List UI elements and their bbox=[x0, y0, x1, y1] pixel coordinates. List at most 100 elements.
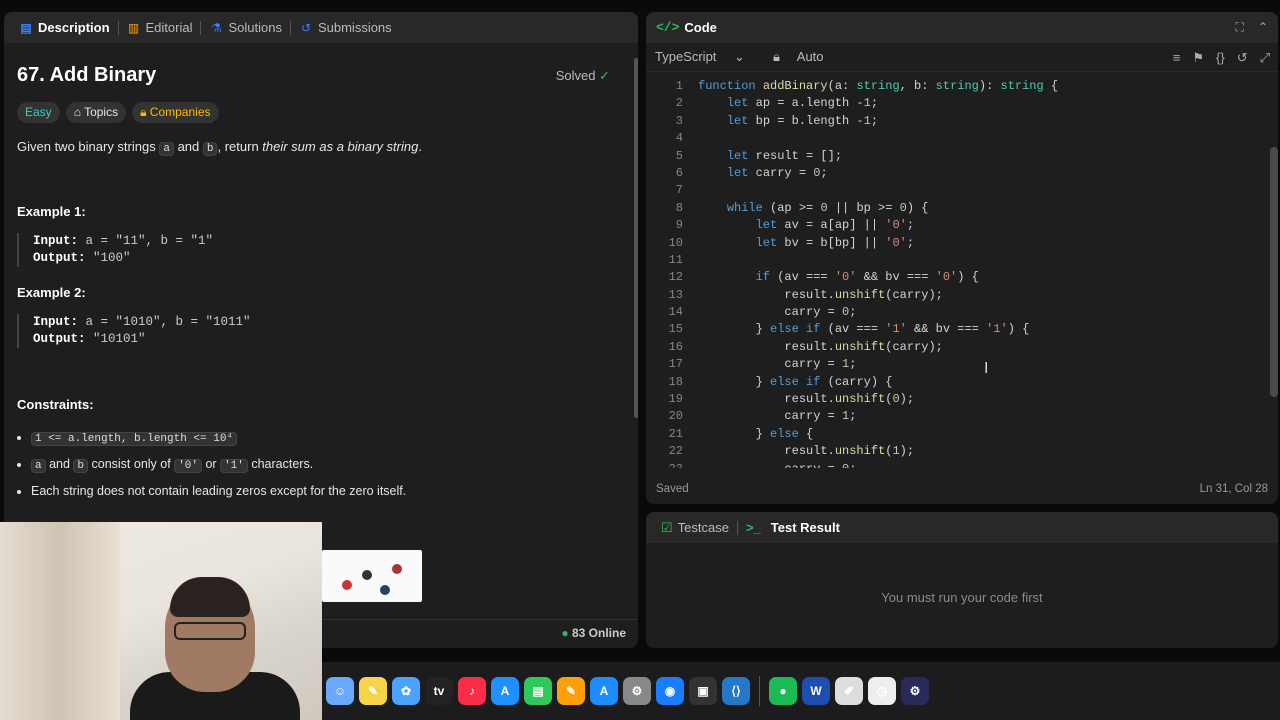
tab-submissions[interactable]: ↺ Submissions bbox=[294, 20, 397, 35]
format-icon[interactable]: ≡ bbox=[1173, 50, 1181, 66]
code-editor[interactable]: 1 function addBinary(a: string, b: string… bbox=[646, 78, 1266, 468]
settings-icon[interactable]: ⚙ bbox=[623, 677, 651, 705]
line-number: 13 bbox=[668, 287, 683, 302]
safari-icon[interactable]: ◉ bbox=[656, 677, 684, 705]
topics-label: Topics bbox=[84, 105, 119, 119]
online-label: 83 Online bbox=[571, 626, 626, 640]
activity-icon[interactable]: ⚙ bbox=[901, 677, 929, 705]
solved-status: Solved ✓ bbox=[556, 68, 610, 84]
bookmark-icon[interactable]: ⚑ bbox=[1192, 50, 1204, 66]
code-line[interactable]: 7 bbox=[646, 182, 1266, 199]
freeform-icon[interactable]: ✿ bbox=[392, 677, 420, 705]
terminal-icon[interactable]: ▣ bbox=[689, 677, 717, 705]
tab-test-result[interactable]: >_ Test Result bbox=[741, 520, 845, 535]
example-2-heading: Example 2: bbox=[17, 285, 86, 300]
appstore-icon[interactable]: A bbox=[590, 677, 618, 705]
music-icon[interactable]: ♪ bbox=[458, 677, 486, 705]
notes-icon[interactable]: ✎ bbox=[359, 677, 387, 705]
code-line[interactable]: 11 bbox=[646, 252, 1266, 269]
line-number: 20 bbox=[668, 409, 683, 424]
code-line[interactable]: 5 let result = []; bbox=[646, 148, 1266, 165]
topics-button[interactable]: ⌂ Topics bbox=[65, 102, 127, 123]
collapse-icon[interactable]: ⌃ bbox=[1258, 20, 1268, 35]
problem-title[interactable]: 67. Add Binary bbox=[17, 64, 156, 87]
editor-scrollbar[interactable] bbox=[1270, 147, 1278, 397]
line-number: 11 bbox=[668, 252, 683, 267]
line-number: 7 bbox=[675, 183, 683, 198]
word-icon[interactable]: W bbox=[802, 677, 830, 705]
line-number: 21 bbox=[668, 426, 683, 441]
code-line[interactable]: 10 let bv = b[bp] || '0'; bbox=[646, 235, 1266, 252]
app-store-icon[interactable]: A bbox=[491, 677, 519, 705]
code-line[interactable]: 20 carry = 1; bbox=[646, 408, 1266, 425]
tab-testcase-label: Testcase bbox=[677, 520, 729, 535]
textedit-icon[interactable]: ✐ bbox=[835, 677, 863, 705]
code-line[interactable]: 6 let carry = 0; bbox=[646, 165, 1266, 182]
code-line[interactable]: 14 carry = 0; bbox=[646, 304, 1266, 321]
tab-editorial[interactable]: ▥ Editorial bbox=[122, 20, 198, 35]
reset-icon[interactable]: ↺ bbox=[1237, 50, 1248, 66]
expand-icon[interactable]: ⛶ bbox=[1236, 20, 1244, 35]
code-line[interactable]: 9 let av = a[ap] || '0'; bbox=[646, 217, 1266, 234]
code-line[interactable]: 16 result.unshift(carry); bbox=[646, 339, 1266, 356]
tests-tab-bar: ☑ Testcase >_ Test Result bbox=[646, 512, 1278, 543]
code-title: Code bbox=[684, 20, 717, 35]
code-line[interactable]: 8 while (ap >= 0 || bp >= 0) { bbox=[646, 200, 1266, 217]
fullscreen-icon[interactable]: ⤢ bbox=[1260, 50, 1270, 66]
example-output: "100" bbox=[85, 251, 131, 265]
code-line[interactable]: 23 carry = 0; bbox=[646, 461, 1266, 468]
code-line[interactable]: 19 result.unshift(0); bbox=[646, 391, 1266, 408]
line-number: 1 bbox=[675, 79, 683, 93]
code-line[interactable]: 17 carry = 1; bbox=[646, 356, 1266, 373]
top-strip bbox=[0, 0, 1280, 12]
code-line[interactable]: 18 } else if (carry) { bbox=[646, 374, 1266, 391]
ad-thumbnail[interactable] bbox=[322, 550, 422, 602]
vscode-icon[interactable]: ⟨⟩ bbox=[722, 677, 750, 705]
description-icon: ▤ bbox=[20, 20, 32, 35]
tv-icon[interactable]: tv bbox=[425, 677, 453, 705]
auto-mode-label: Auto bbox=[796, 49, 824, 64]
thumbnail-object bbox=[380, 585, 390, 595]
online-dot-icon: ● bbox=[561, 626, 569, 640]
code-text: } else { bbox=[698, 426, 814, 441]
description-scrollbar[interactable] bbox=[634, 58, 638, 418]
language-select[interactable]: TypeScript ⌄ bbox=[655, 49, 759, 65]
lock-icon: 🔒︎ bbox=[140, 105, 150, 119]
code-text: } else if (av === '1' && bv === '1') { bbox=[698, 322, 1030, 337]
code-line[interactable]: 12 if (av === '0' && bv === '0') { bbox=[646, 269, 1266, 286]
tab-solutions[interactable]: ⚗ Solutions bbox=[204, 20, 286, 35]
line-number: 23 bbox=[646, 461, 698, 468]
inline-code-a: a bbox=[159, 142, 174, 156]
code-line[interactable]: 15 } else if (av === '1' && bv === '1') … bbox=[646, 321, 1266, 338]
auto-mode[interactable]: 🔒︎ Auto bbox=[773, 49, 838, 65]
problem-tags: Easy ⌂ Topics 🔒︎ Companies bbox=[17, 102, 219, 123]
braces-icon[interactable]: {} bbox=[1216, 50, 1225, 66]
companies-button[interactable]: 🔒︎ Companies bbox=[132, 102, 219, 123]
code-text: function addBinary(a: string, b: string)… bbox=[698, 79, 1059, 93]
code-text: if (av === '0' && bv === '0') { bbox=[755, 270, 979, 285]
constraints-list: 1 <= a.length, b.length <= 10⁴ a and b c… bbox=[17, 430, 406, 510]
spotify-icon[interactable]: ● bbox=[769, 677, 797, 705]
example-output: "10101" bbox=[85, 332, 146, 346]
tab-description[interactable]: ▤ Description bbox=[14, 20, 115, 35]
line-number: 17 bbox=[668, 357, 683, 372]
code-line[interactable]: 1 function addBinary(a: string, b: string… bbox=[646, 78, 1266, 95]
code-line[interactable]: 13 result.unshift(carry); bbox=[646, 287, 1266, 304]
code-header: </> Code bbox=[646, 12, 1278, 43]
saved-status: Saved bbox=[656, 483, 689, 495]
finder-icon[interactable]: ☺ bbox=[326, 677, 354, 705]
flask-icon: ⚗ bbox=[211, 20, 222, 35]
clock-icon[interactable]: ◷ bbox=[868, 677, 896, 705]
code-panel: </> Code ⛶ ⌃ TypeScript ⌄ 🔒︎ Auto ≡ ⚑ {}… bbox=[646, 12, 1278, 504]
numbers-icon[interactable]: ▤ bbox=[524, 677, 552, 705]
code-line[interactable]: 2 let ap = a.length -1; bbox=[646, 95, 1266, 112]
code-header-actions: ⛶ ⌃ bbox=[1236, 20, 1268, 35]
tab-divider bbox=[200, 20, 202, 35]
code-line[interactable]: 22 result.unshift(1); bbox=[646, 443, 1266, 460]
book-icon: ▥ bbox=[127, 20, 140, 35]
pages-icon[interactable]: ✎ bbox=[557, 677, 585, 705]
code-line[interactable]: 4 bbox=[646, 130, 1266, 147]
code-line[interactable]: 3 let bp = b.length -1; bbox=[646, 113, 1266, 130]
tab-testcase[interactable]: ☑ Testcase bbox=[656, 520, 734, 536]
code-line[interactable]: 21 } else { bbox=[646, 426, 1266, 443]
